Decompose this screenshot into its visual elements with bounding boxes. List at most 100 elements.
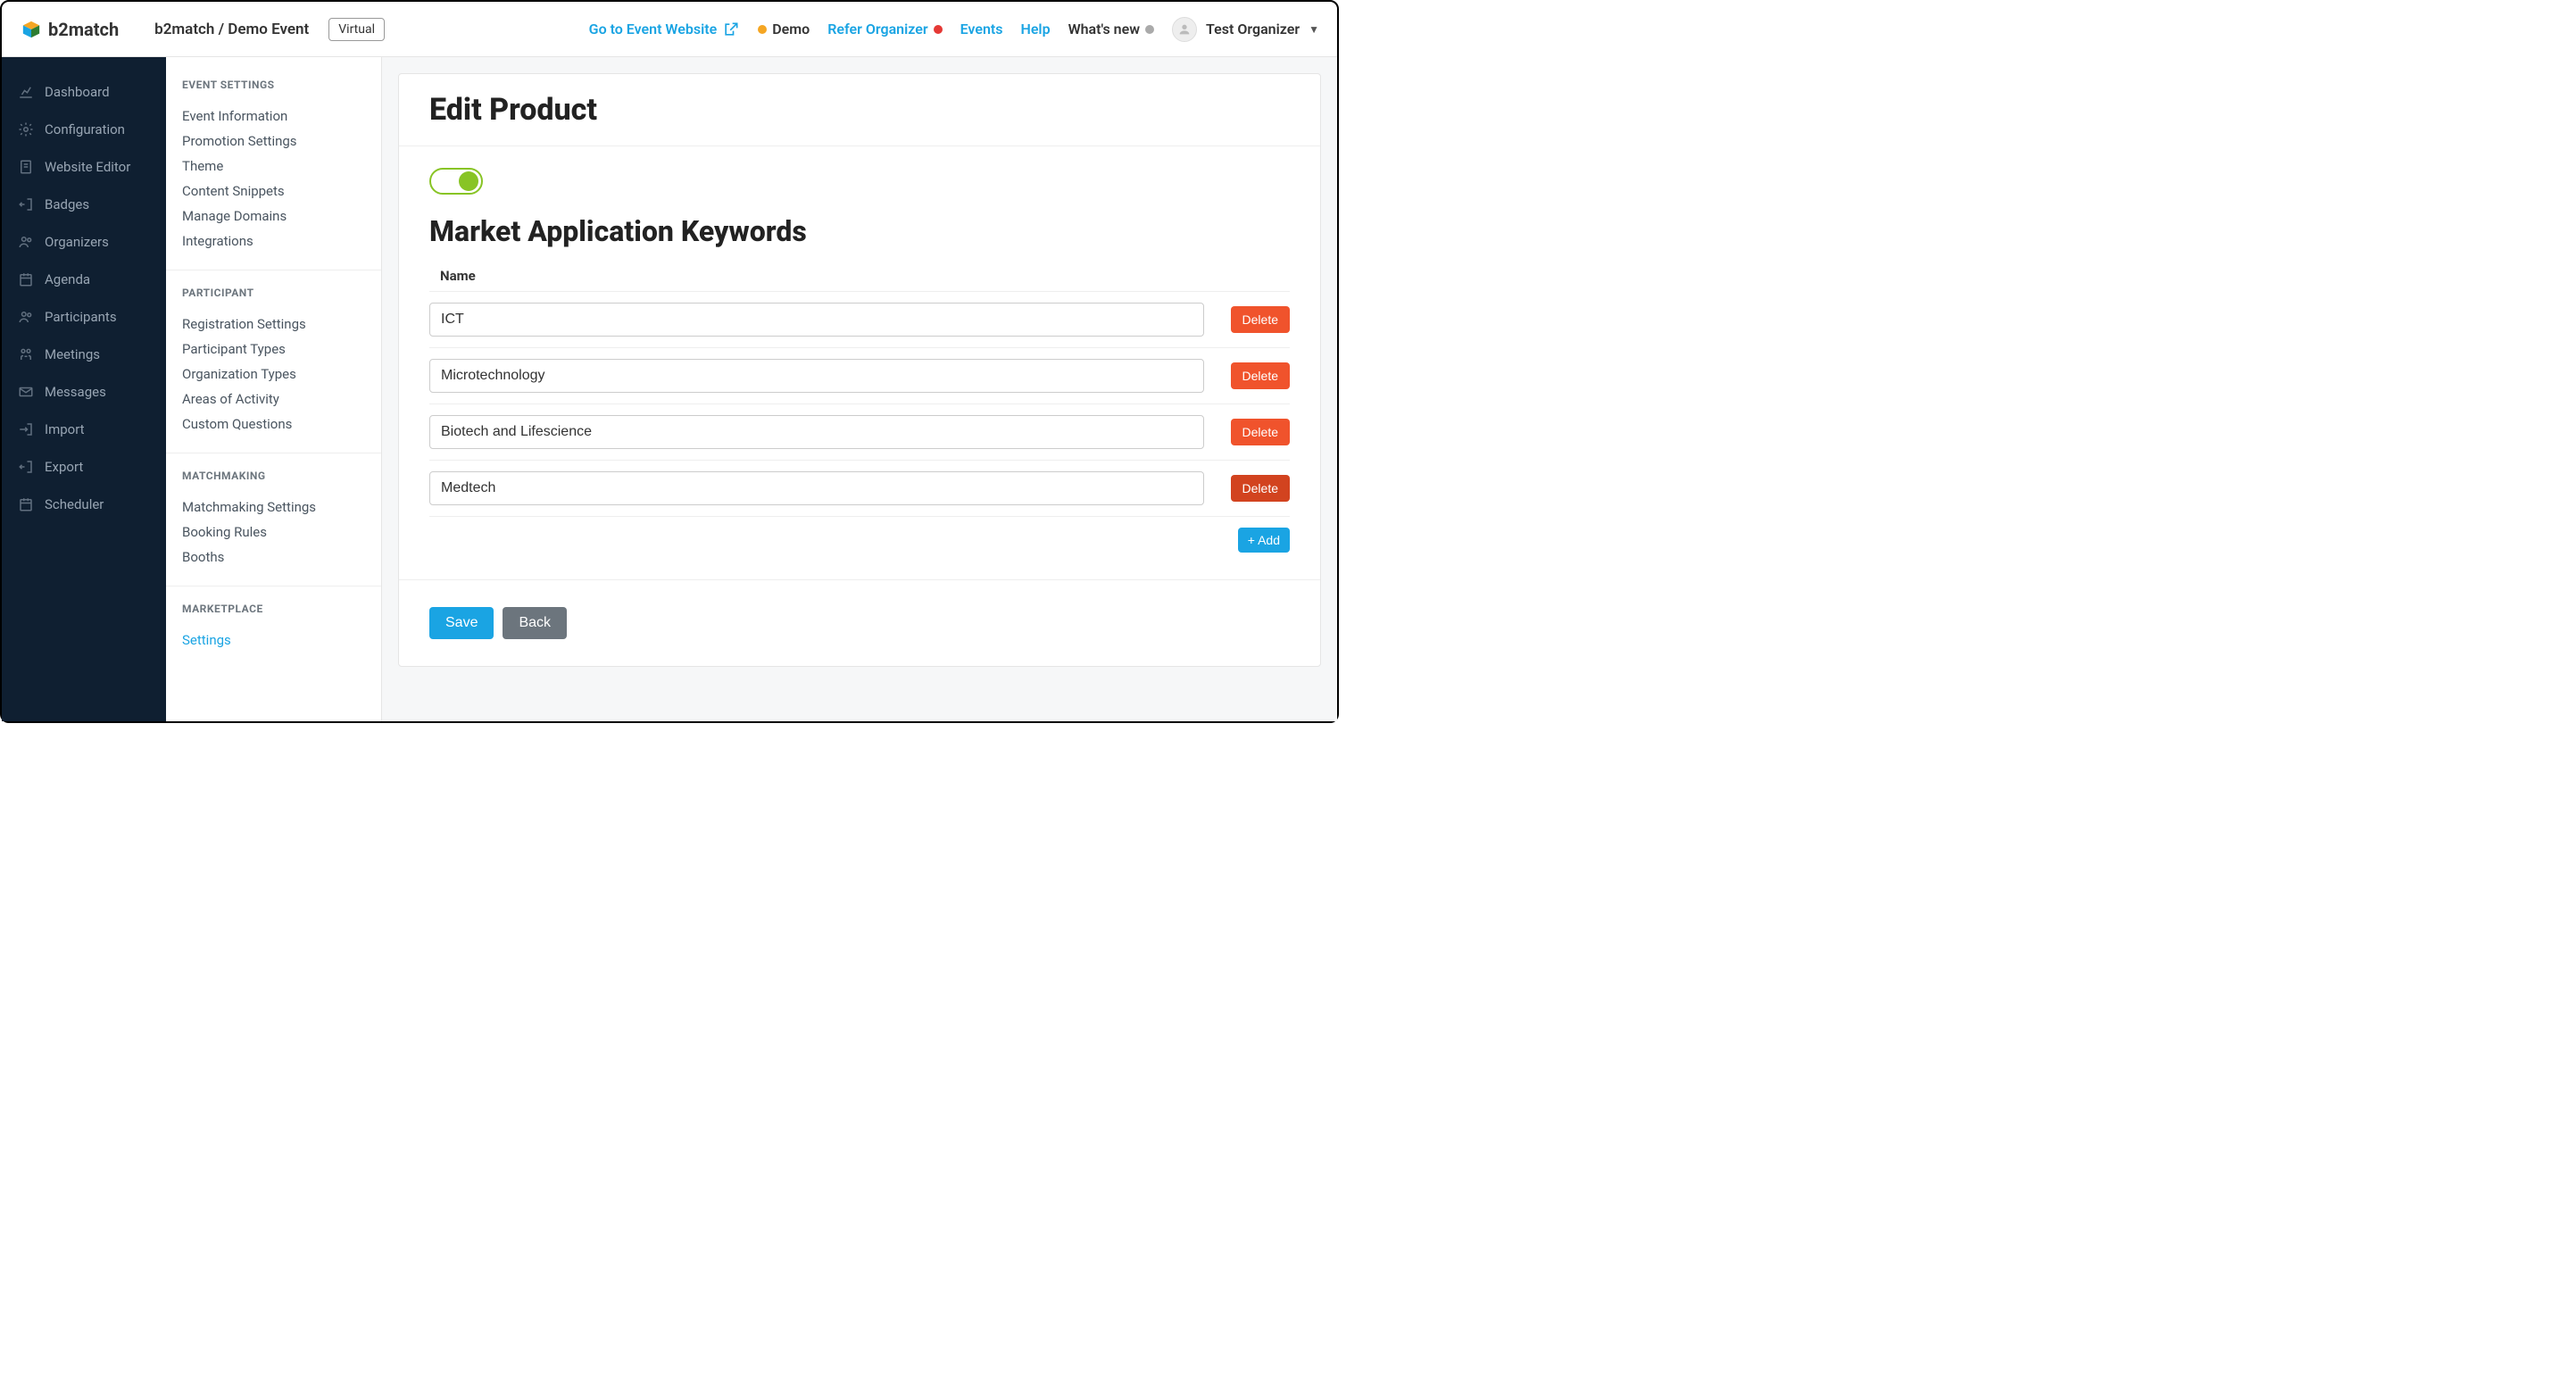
sidebar-item-label: Dashboard xyxy=(45,84,110,100)
user-name: Test Organizer xyxy=(1206,21,1300,37)
help-link[interactable]: Help xyxy=(1020,21,1050,37)
sidebar-item-label: Badges xyxy=(45,196,89,212)
sidebar-item-label: Import xyxy=(45,421,85,437)
subnav-manage-domains[interactable]: Manage Domains xyxy=(182,204,365,229)
topnav: b2match b2match / Demo Event Virtual Go … xyxy=(2,2,1337,57)
sidebar-item-scheduler[interactable]: Scheduler xyxy=(2,486,166,523)
import-icon xyxy=(18,421,34,437)
table-row: Delete xyxy=(429,348,1290,404)
sidebar-item-participants[interactable]: Participants xyxy=(2,298,166,336)
subnav-booking-rules[interactable]: Booking Rules xyxy=(182,520,365,545)
subnav-participant-types[interactable]: Participant Types xyxy=(182,337,365,362)
delete-button[interactable]: Delete xyxy=(1231,306,1290,333)
content-area: Edit Product Market Application Keywords… xyxy=(382,57,1337,721)
sidebar-item-agenda[interactable]: Agenda xyxy=(2,261,166,298)
event-type-badge: Virtual xyxy=(328,18,385,41)
sidebar-item-configuration[interactable]: Configuration xyxy=(2,111,166,148)
sidebar-item-dashboard[interactable]: Dashboard xyxy=(2,73,166,111)
sidebar-item-label: Organizers xyxy=(45,234,109,250)
avatar xyxy=(1172,17,1197,42)
subnav-header-event-settings: EVENT SETTINGS xyxy=(182,79,365,91)
sidebar-item-website-editor[interactable]: Website Editor xyxy=(2,148,166,186)
delete-button[interactable]: Delete xyxy=(1231,419,1290,445)
status-dot-icon xyxy=(758,25,767,34)
subnav-registration-settings[interactable]: Registration Settings xyxy=(182,312,365,337)
subnav-theme[interactable]: Theme xyxy=(182,154,365,179)
exit-icon xyxy=(18,196,34,212)
external-link-icon xyxy=(722,21,740,38)
save-button[interactable]: Save xyxy=(429,607,494,639)
mail-icon xyxy=(18,384,34,400)
user-menu[interactable]: Test Organizer ▼ xyxy=(1172,17,1319,42)
subnav-event-information[interactable]: Event Information xyxy=(182,104,365,129)
refer-organizer-link[interactable]: Refer Organizer xyxy=(827,21,942,37)
subnav-header-participant: PARTICIPANT xyxy=(182,287,365,299)
brand-text: b2match xyxy=(48,19,119,40)
notification-dot-icon xyxy=(1145,25,1154,34)
brand-logo[interactable]: b2match xyxy=(21,19,119,40)
subnav-organization-types[interactable]: Organization Types xyxy=(182,362,365,387)
subnav-content-snippets[interactable]: Content Snippets xyxy=(182,179,365,204)
sidebar-item-label: Export xyxy=(45,459,83,475)
delete-button[interactable]: Delete xyxy=(1231,475,1290,502)
whats-new-link[interactable]: What's new xyxy=(1068,21,1154,37)
chevron-down-icon: ▼ xyxy=(1309,23,1319,36)
keyword-input[interactable] xyxy=(429,415,1204,449)
subnav-matchmaking-settings[interactable]: Matchmaking Settings xyxy=(182,495,365,520)
add-button[interactable]: + Add xyxy=(1238,528,1290,553)
cube-icon xyxy=(21,20,41,39)
go-to-event-label: Go to Event Website xyxy=(589,21,718,37)
notification-dot-icon xyxy=(934,25,943,34)
table-row: Delete xyxy=(429,461,1290,517)
keyword-input[interactable] xyxy=(429,303,1204,337)
sidebar-sub: EVENT SETTINGS Event Information Promoti… xyxy=(166,57,382,721)
subnav-marketplace-settings[interactable]: Settings xyxy=(182,628,365,653)
whats-new-label: What's new xyxy=(1068,21,1140,37)
delete-button[interactable]: Delete xyxy=(1231,362,1290,389)
back-button[interactable]: Back xyxy=(503,607,567,639)
sidebar-item-label: Agenda xyxy=(45,271,90,287)
sidebar-item-export[interactable]: Export xyxy=(2,448,166,486)
keyword-input[interactable] xyxy=(429,359,1204,393)
column-header-name: Name xyxy=(429,261,1290,292)
breadcrumb[interactable]: b2match / Demo Event xyxy=(154,21,309,38)
table-row: Delete xyxy=(429,292,1290,348)
export-icon xyxy=(18,459,34,475)
sidebar-item-label: Messages xyxy=(45,384,106,400)
subnav-booths[interactable]: Booths xyxy=(182,545,365,570)
events-link[interactable]: Events xyxy=(960,21,1003,37)
sidebar-item-import[interactable]: Import xyxy=(2,411,166,448)
document-icon xyxy=(18,159,34,175)
subnav-header-matchmaking: MATCHMAKING xyxy=(182,470,365,482)
demo-label: Demo xyxy=(772,21,810,37)
demo-link[interactable]: Demo xyxy=(758,21,810,37)
users-icon xyxy=(18,309,34,325)
gear-icon xyxy=(18,121,34,137)
subnav-areas-of-activity[interactable]: Areas of Activity xyxy=(182,387,365,412)
sidebar-main: Dashboard Configuration Website Editor B… xyxy=(2,57,166,721)
sidebar-item-badges[interactable]: Badges xyxy=(2,186,166,223)
subnav-promotion-settings[interactable]: Promotion Settings xyxy=(182,129,365,154)
chart-icon xyxy=(18,84,34,100)
sidebar-item-label: Website Editor xyxy=(45,159,130,175)
subnav-integrations[interactable]: Integrations xyxy=(182,229,365,254)
page-title: Edit Product xyxy=(399,74,1320,146)
sidebar-item-label: Meetings xyxy=(45,346,100,362)
handshake-icon xyxy=(18,346,34,362)
toggle-knob xyxy=(459,171,478,191)
edit-product-card: Edit Product Market Application Keywords… xyxy=(398,73,1321,667)
enable-toggle[interactable] xyxy=(429,168,483,195)
sidebar-item-messages[interactable]: Messages xyxy=(2,373,166,411)
sidebar-item-organizers[interactable]: Organizers xyxy=(2,223,166,261)
calendar-icon xyxy=(18,496,34,512)
go-to-event-website-link[interactable]: Go to Event Website xyxy=(589,21,741,38)
user-icon xyxy=(1177,22,1192,37)
section-title: Market Application Keywords xyxy=(429,214,1290,248)
keyword-input[interactable] xyxy=(429,471,1204,505)
calendar-icon xyxy=(18,271,34,287)
subnav-header-marketplace: MARKETPLACE xyxy=(182,603,365,615)
sidebar-item-label: Scheduler xyxy=(45,496,104,512)
sidebar-item-meetings[interactable]: Meetings xyxy=(2,336,166,373)
subnav-custom-questions[interactable]: Custom Questions xyxy=(182,412,365,437)
sidebar-item-label: Participants xyxy=(45,309,117,325)
